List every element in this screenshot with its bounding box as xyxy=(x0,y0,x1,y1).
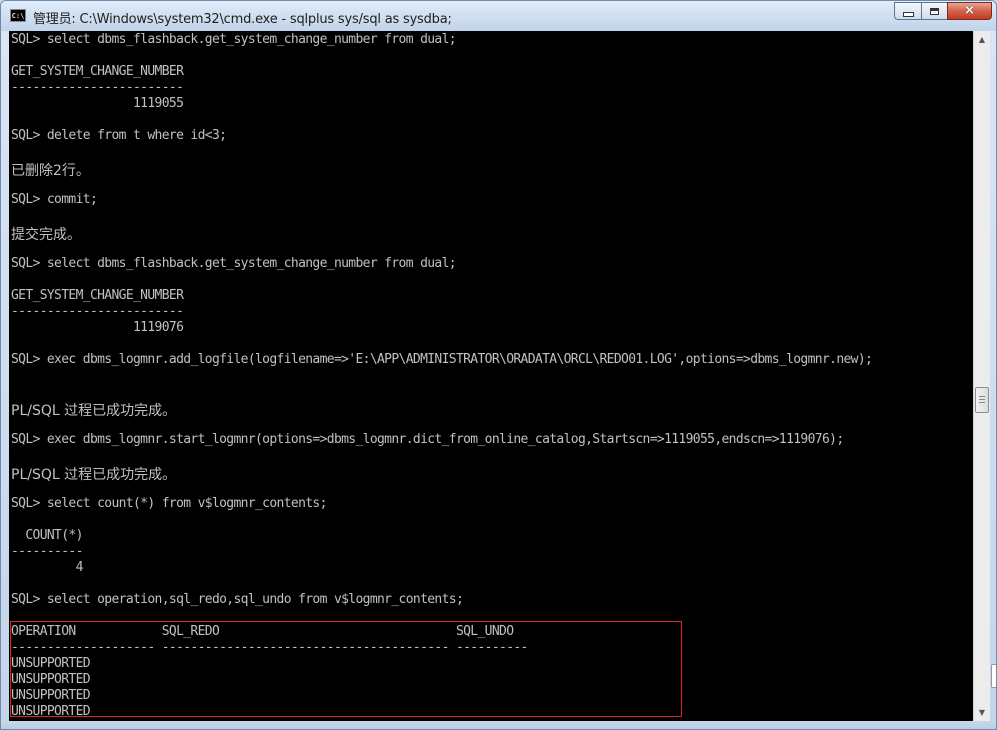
cmd-window: C:\ 管理员: C:\Windows\system32\cmd.exe - s… xyxy=(0,0,997,730)
console-line: 已删除2行。 xyxy=(11,163,90,179)
console-line: SQL> commit; xyxy=(11,192,98,207)
console-lines: SQL> select dbms_flashback.get_system_ch… xyxy=(11,32,873,720)
console-line: 4 xyxy=(11,560,84,575)
console-line: SQL> delete from t where id<3; xyxy=(11,128,227,143)
console-output[interactable]: SQL> select dbms_flashback.get_system_ch… xyxy=(9,31,973,721)
cmd-icon-label: C:\ xyxy=(11,12,25,20)
console-line: SQL> select operation,sql_redo,sql_undo … xyxy=(11,592,464,607)
vertical-scrollbar[interactable]: ▲ ▼ xyxy=(973,31,990,721)
title-bar[interactable]: C:\ 管理员: C:\Windows\system32\cmd.exe - s… xyxy=(1,1,996,31)
console-line: PL/SQL 过程已成功完成。 xyxy=(11,403,177,419)
console-line: COUNT(*) xyxy=(11,528,83,543)
console-line: SQL> exec dbms_logmnr.add_logfile(logfil… xyxy=(11,352,873,367)
close-button[interactable]: × xyxy=(947,2,992,20)
console-line: 1119055 xyxy=(11,96,184,111)
console-line: ------------------------ xyxy=(11,80,184,95)
console-line: 提交完成。 xyxy=(11,227,81,243)
console-line: GET_SYSTEM_CHANGE_NUMBER xyxy=(11,288,184,303)
window-bottom-frame xyxy=(1,721,996,729)
console-line: 1119076 xyxy=(11,320,184,335)
window-title: 管理员: C:\Windows\system32\cmd.exe - sqlpl… xyxy=(33,12,452,27)
console-line: SQL> exec dbms_logmnr.start_logmnr(optio… xyxy=(11,432,844,447)
scroll-up-arrow-icon[interactable]: ▲ xyxy=(974,31,990,48)
scroll-thumb[interactable] xyxy=(975,387,989,413)
console-line: GET_SYSTEM_CHANGE_NUMBER xyxy=(11,64,184,79)
minimize-icon xyxy=(902,12,914,17)
caption-buttons: × xyxy=(894,2,992,21)
console-line: ---------- xyxy=(11,544,83,559)
console-line: SQL> select dbms_flashback.get_system_ch… xyxy=(11,32,457,47)
console-line: ------------------------ xyxy=(11,304,184,319)
resize-handle[interactable] xyxy=(991,664,996,688)
console-line: SQL> select count(*) from v$logmnr_conte… xyxy=(11,496,327,511)
scroll-down-arrow-icon[interactable]: ▼ xyxy=(974,704,990,721)
maximize-button[interactable] xyxy=(921,2,947,20)
minimize-button[interactable] xyxy=(894,2,921,20)
console-line: PL/SQL 过程已成功完成。 xyxy=(11,467,177,483)
result-highlight-box xyxy=(10,621,682,717)
maximize-icon xyxy=(930,7,939,15)
console-line: SQL> select dbms_flashback.get_system_ch… xyxy=(11,256,457,271)
cmd-icon[interactable]: C:\ xyxy=(10,9,26,22)
close-icon: × xyxy=(964,3,975,18)
